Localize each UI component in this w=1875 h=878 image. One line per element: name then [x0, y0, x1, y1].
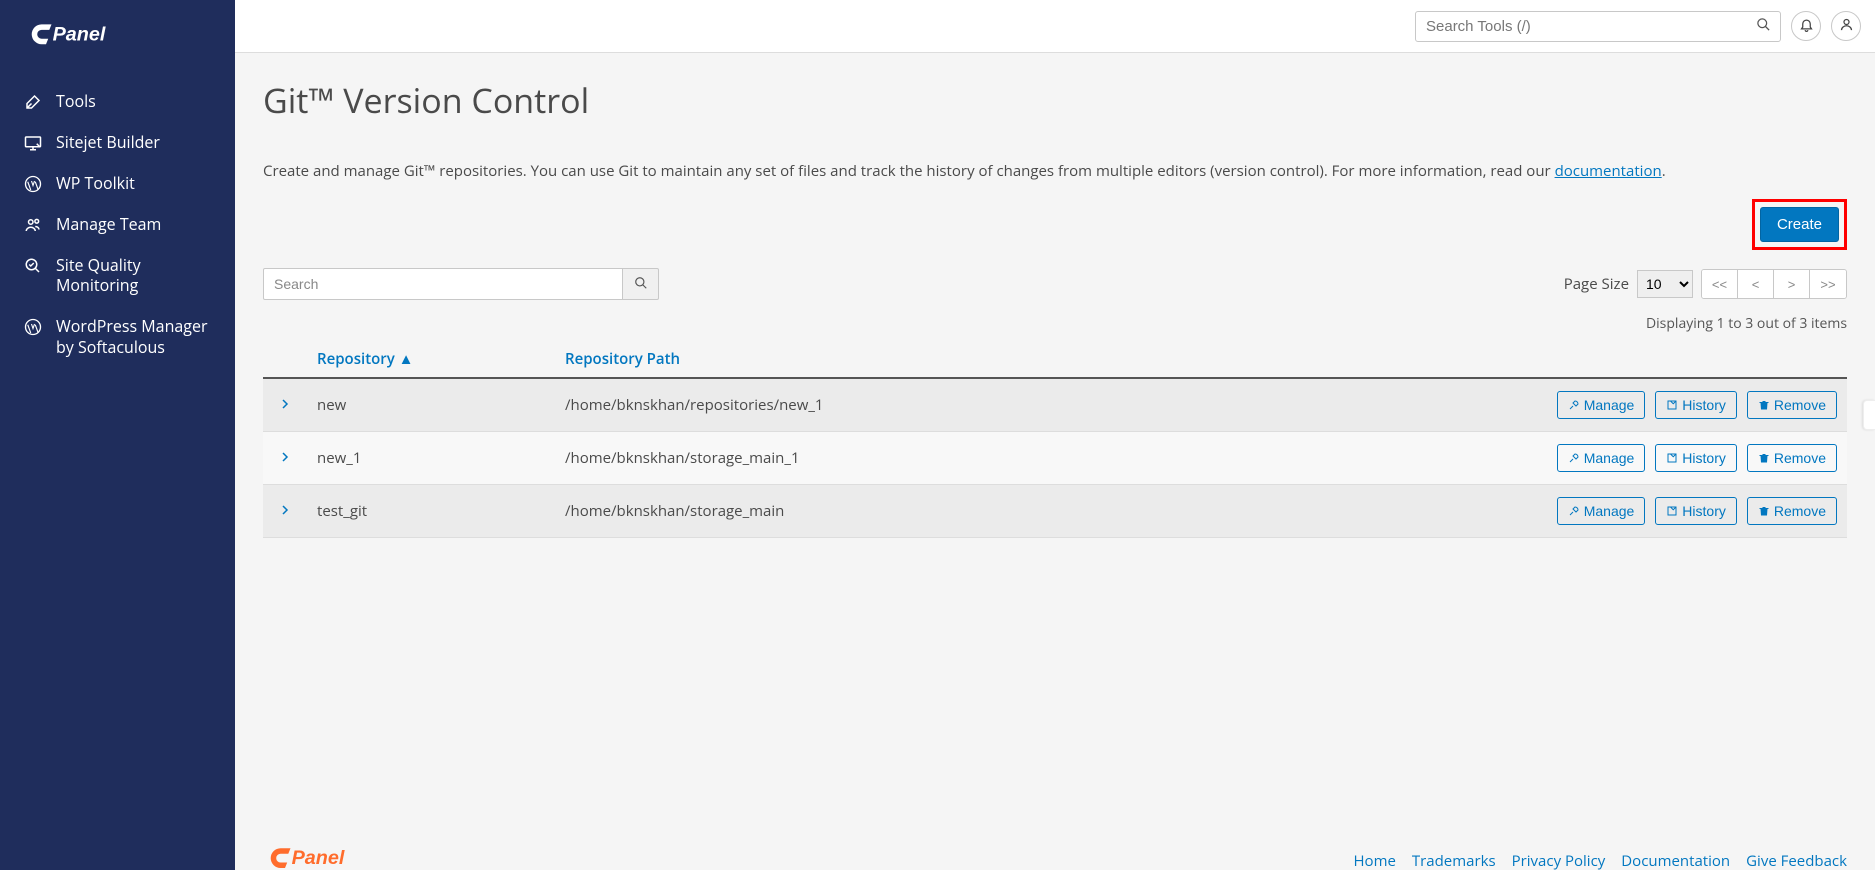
repo-path-cell: /home/bknskhan/repositories/new_1	[555, 378, 1527, 432]
account-button[interactable]	[1831, 11, 1861, 41]
sidebar-item-label: WP Toolkit	[56, 173, 135, 194]
wordpress-icon	[24, 175, 42, 193]
repo-path-cell: /home/bknskhan/storage_main	[555, 485, 1527, 538]
tools-icon	[24, 93, 42, 111]
pager-prev-button[interactable]: <	[1738, 270, 1774, 298]
displaying-text: Displaying 1 to 3 out of 3 items	[263, 314, 1847, 333]
repo-path-cell: /home/bknskhan/storage_main_1	[555, 432, 1527, 485]
wordpress-icon	[24, 318, 42, 336]
sidebar-item-manageteam[interactable]: Manage Team	[0, 204, 235, 245]
history-button[interactable]: History	[1655, 497, 1737, 525]
repo-search-input[interactable]	[263, 268, 623, 300]
sidebar: Panel Tools Sitejet Builder WP Toolkit M…	[0, 0, 235, 870]
page-description: Create and manage Git™ repositories. You…	[263, 161, 1847, 181]
manage-button[interactable]: Manage	[1557, 444, 1646, 472]
history-button[interactable]: History	[1655, 391, 1737, 419]
sidebar-item-wpmanager[interactable]: WordPress Manager by Softaculous	[0, 306, 235, 368]
team-icon	[24, 216, 42, 234]
repo-search-box	[263, 268, 659, 300]
chevron-right-icon[interactable]	[279, 448, 291, 468]
documentation-link[interactable]: documentation	[1555, 161, 1662, 181]
description-suffix: .	[1662, 161, 1666, 181]
monitor-icon	[24, 134, 42, 152]
manage-button[interactable]: Manage	[1557, 391, 1646, 419]
footer-links: Home Trademarks Privacy Policy Documenta…	[1353, 851, 1847, 871]
create-row: Create	[263, 199, 1847, 250]
repo-search-button[interactable]	[623, 268, 659, 300]
table-row: new/home/bknskhan/repositories/new_1 Mana…	[263, 378, 1847, 432]
svg-text:Panel: Panel	[53, 23, 106, 45]
footer-link-documentation[interactable]: Documentation	[1621, 851, 1730, 871]
history-button[interactable]: History	[1655, 444, 1737, 472]
remove-button[interactable]: Remove	[1747, 391, 1837, 419]
pager-wrap: Page Size 10 << < > >>	[1564, 269, 1847, 299]
table-header-repository[interactable]: Repository ▲	[307, 341, 555, 378]
table-header-expand	[263, 341, 307, 378]
notifications-button[interactable]	[1791, 11, 1821, 41]
pager-last-button[interactable]: >>	[1810, 270, 1846, 298]
repo-table: Repository ▲ Repository Path new/home/bk…	[263, 341, 1847, 538]
footer-link-privacy[interactable]: Privacy Policy	[1512, 851, 1606, 871]
sidebar-item-label: Sitejet Builder	[56, 132, 160, 153]
controls-row: Page Size 10 << < > >>	[263, 268, 1847, 300]
sidebar-item-label: Tools	[56, 91, 96, 112]
pager-buttons: << < > >>	[1701, 269, 1847, 299]
manage-button[interactable]: Manage	[1557, 497, 1646, 525]
page-title: Git™ Version Control	[263, 77, 1847, 123]
remove-button[interactable]: Remove	[1747, 444, 1837, 472]
create-highlight: Create	[1752, 199, 1847, 250]
sidebar-item-label: WordPress Manager by Softaculous	[56, 316, 211, 358]
pager-first-button[interactable]: <<	[1702, 270, 1738, 298]
chevron-right-icon[interactable]	[279, 501, 291, 521]
sidebar-item-wptoolkit[interactable]: WP Toolkit	[0, 163, 235, 204]
repo-name-cell: new_1	[307, 432, 555, 485]
footer-link-trademarks[interactable]: Trademarks	[1412, 851, 1496, 871]
footer-link-feedback[interactable]: Give Feedback	[1746, 851, 1847, 871]
description-text: Create and manage Git™ repositories. You…	[263, 161, 1555, 181]
sidebar-item-sitejet[interactable]: Sitejet Builder	[0, 122, 235, 163]
edge-tab[interactable]	[1863, 400, 1875, 430]
search-icon	[1756, 15, 1771, 37]
cpanel-logo[interactable]: Panel	[0, 0, 235, 81]
user-icon	[1839, 17, 1854, 35]
search-icon	[634, 276, 648, 293]
magnify-check-icon	[24, 257, 42, 275]
create-button[interactable]: Create	[1760, 207, 1839, 242]
global-search-input[interactable]	[1415, 11, 1781, 42]
nav: Tools Sitejet Builder WP Toolkit Manage …	[0, 81, 235, 367]
top-bar	[235, 0, 1875, 53]
sidebar-item-tools[interactable]: Tools	[0, 81, 235, 122]
table-row: test_git/home/bknskhan/storage_main Manag…	[263, 485, 1847, 538]
pager-next-button[interactable]: >	[1774, 270, 1810, 298]
bell-icon	[1799, 17, 1814, 35]
repo-name-cell: new	[307, 378, 555, 432]
table-header-actions	[1527, 341, 1847, 378]
remove-button[interactable]: Remove	[1747, 497, 1837, 525]
footer: Panel Home Trademarks Privacy Policy Doc…	[263, 843, 1847, 870]
page-size-select[interactable]: 10	[1637, 270, 1693, 298]
sidebar-item-label: Site Quality Monitoring	[56, 255, 211, 297]
content: Git™ Version Control Create and manage G…	[235, 53, 1875, 870]
chevron-right-icon[interactable]	[279, 395, 291, 415]
global-search-wrap	[1415, 11, 1781, 42]
repo-name-cell: test_git	[307, 485, 555, 538]
sidebar-item-sitequality[interactable]: Site Quality Monitoring	[0, 245, 235, 307]
cpanel-footer-logo[interactable]: Panel	[263, 843, 373, 870]
sidebar-item-label: Manage Team	[56, 214, 161, 235]
footer-link-home[interactable]: Home	[1353, 851, 1395, 871]
page-size-label: Page Size	[1564, 274, 1629, 294]
table-header-path[interactable]: Repository Path	[555, 341, 1527, 378]
table-row: new_1/home/bknskhan/storage_main_1 Manage…	[263, 432, 1847, 485]
svg-text:Panel: Panel	[292, 847, 345, 869]
main: Git™ Version Control Create and manage G…	[235, 0, 1875, 870]
